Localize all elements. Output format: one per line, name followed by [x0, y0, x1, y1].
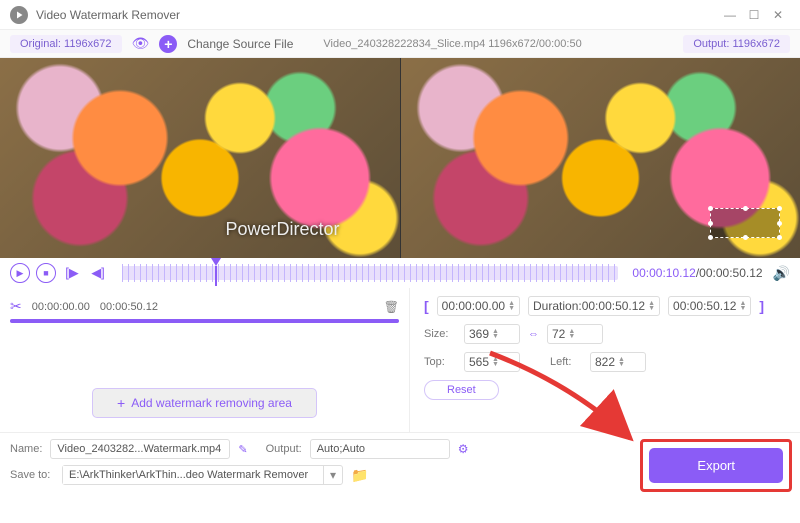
- export-highlight: Export: [640, 439, 792, 492]
- maximize-button[interactable]: ☐: [742, 3, 766, 27]
- volume-icon[interactable]: 🔊: [773, 265, 790, 282]
- app-title: Video Watermark Remover: [36, 8, 718, 22]
- height-input[interactable]: 72▲▼: [547, 324, 603, 344]
- preview-row: PowerDirector: [0, 58, 800, 258]
- add-area-label: Add watermark removing area: [131, 396, 292, 410]
- info-bar: Original: 1196x672 👁 + Change Source Fil…: [0, 30, 800, 58]
- change-source-link[interactable]: Change Source File: [187, 37, 293, 51]
- saveto-input[interactable]: [63, 466, 323, 484]
- scissors-icon: ✂: [10, 298, 22, 315]
- segment-end: 00:00:50.12: [100, 301, 158, 313]
- name-label: Name:: [10, 443, 42, 455]
- file-info-text: Video_240328222834_Slice.mp4 1196x672/00…: [323, 38, 581, 50]
- spinner-icon[interactable]: ▲▼: [508, 301, 515, 311]
- selection-box[interactable]: [710, 208, 780, 238]
- bottom-bar: Name: Video_2403282...Watermark.mp4 ✎ Ou…: [0, 432, 800, 491]
- reset-button[interactable]: Reset: [424, 380, 499, 400]
- minimize-button[interactable]: ―: [718, 3, 742, 27]
- spinner-icon[interactable]: ▲▼: [739, 301, 746, 311]
- range-start-bracket-icon[interactable]: [: [424, 298, 429, 314]
- timeline-slider[interactable]: [122, 266, 618, 280]
- time-display: 00:00:10.12/00:00:50.12: [632, 266, 762, 280]
- range-end-input[interactable]: 00:00:50.12▲▼: [668, 296, 751, 316]
- spinner-icon[interactable]: ▲▼: [492, 357, 499, 367]
- output-settings-icon[interactable]: ⚙: [458, 442, 469, 456]
- title-bar: Video Watermark Remover ― ☐ ✕: [0, 0, 800, 30]
- range-end-bracket-icon[interactable]: ]: [759, 298, 764, 314]
- transport-bar: ▶ ■ [▶ ◀] 00:00:10.12/00:00:50.12 🔊: [0, 258, 800, 288]
- left-input[interactable]: 822▲▼: [590, 352, 646, 372]
- close-button[interactable]: ✕: [766, 3, 790, 27]
- segment-start: 00:00:00.00: [32, 301, 90, 313]
- delete-segment-icon[interactable]: 🗑: [384, 300, 399, 314]
- spinner-icon[interactable]: ▲▼: [648, 301, 655, 311]
- duration-input[interactable]: Duration:00:00:50.12▲▼: [528, 296, 660, 316]
- range-start-input[interactable]: 00:00:00.00▲▼: [437, 296, 520, 316]
- original-preview: PowerDirector: [0, 58, 400, 258]
- output-size-chip: Output: 1196x672: [683, 35, 790, 53]
- link-aspect-icon[interactable]: ⇔: [528, 328, 539, 340]
- region-panel: [ 00:00:00.00▲▼ Duration:00:00:50.12▲▼ 0…: [410, 288, 800, 432]
- saveto-label: Save to:: [10, 469, 54, 481]
- original-size-chip: Original: 1196x672: [10, 35, 122, 53]
- top-input[interactable]: 565▲▼: [464, 352, 520, 372]
- output-format-field[interactable]: Auto;Auto: [310, 439, 450, 459]
- output-label: Output:: [266, 443, 302, 455]
- chevron-down-icon[interactable]: ▾: [323, 466, 342, 484]
- spinner-icon[interactable]: ▲▼: [618, 357, 625, 367]
- output-preview[interactable]: [400, 58, 800, 258]
- top-label: Top:: [424, 356, 456, 368]
- width-input[interactable]: 369▲▼: [464, 324, 520, 344]
- size-label: Size:: [424, 328, 456, 340]
- watermark-text: PowerDirector: [225, 219, 339, 240]
- app-logo-icon: [10, 6, 28, 24]
- play-button[interactable]: ▶: [10, 263, 30, 283]
- mark-in-button[interactable]: [▶: [62, 263, 82, 283]
- spinner-icon[interactable]: ▲▼: [492, 329, 499, 339]
- edit-name-icon[interactable]: ✎: [238, 443, 247, 456]
- saveto-dropdown[interactable]: ▾: [62, 465, 343, 485]
- left-label: Left:: [550, 356, 582, 368]
- preview-toggle-icon[interactable]: 👁: [132, 35, 150, 52]
- stop-button[interactable]: ■: [36, 263, 56, 283]
- name-field[interactable]: Video_2403282...Watermark.mp4: [50, 439, 230, 459]
- plus-icon: +: [117, 395, 125, 411]
- open-folder-icon[interactable]: 📁: [351, 467, 368, 484]
- segment-bar[interactable]: [10, 319, 399, 323]
- add-watermark-area-button[interactable]: + Add watermark removing area: [92, 388, 317, 418]
- segment-row[interactable]: ✂ 00:00:00.00 00:00:50.12 🗑: [10, 296, 399, 317]
- export-button[interactable]: Export: [649, 448, 783, 483]
- segments-panel: ✂ 00:00:00.00 00:00:50.12 🗑 + Add waterm…: [0, 288, 410, 432]
- spinner-icon[interactable]: ▲▼: [568, 329, 575, 339]
- mark-out-button[interactable]: ◀]: [88, 263, 108, 283]
- add-source-icon[interactable]: +: [159, 35, 177, 53]
- playhead-icon[interactable]: [211, 258, 221, 266]
